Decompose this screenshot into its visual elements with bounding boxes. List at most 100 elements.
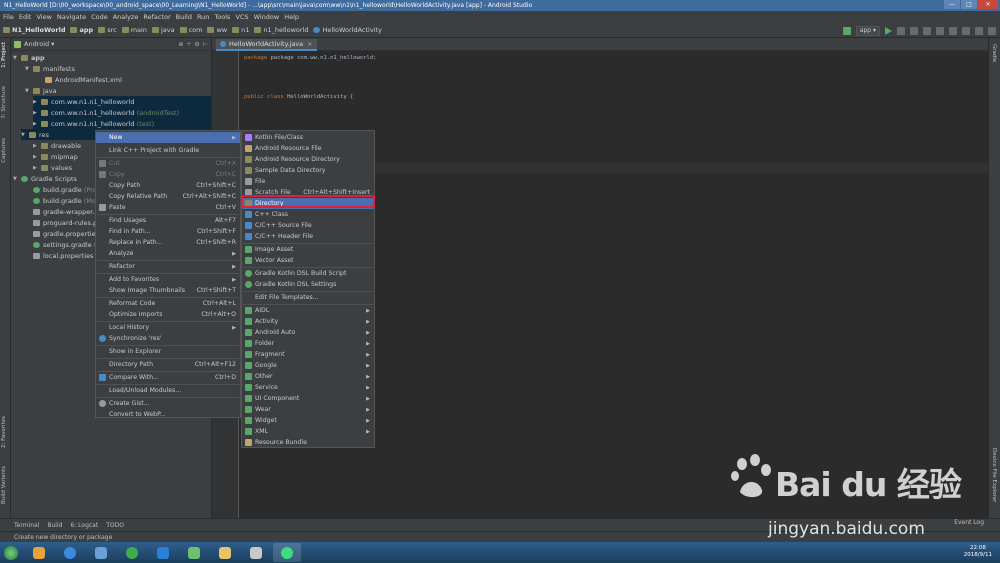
tree-item[interactable]: ▼ Gradle Scripts — [13, 173, 77, 184]
submenu-item-folder[interactable]: Folder ▶ — [242, 338, 374, 349]
menu-item-create-gist[interactable]: Create Gist... — [96, 398, 240, 409]
hammer-icon[interactable] — [842, 26, 851, 35]
menu-analyze[interactable]: Analyze — [113, 13, 139, 21]
tree-item[interactable]: proguard-rules.p — [33, 217, 97, 228]
submenu-item-vector-asset[interactable]: Vector Asset — [242, 255, 374, 266]
taskbar-app[interactable] — [149, 543, 177, 562]
tab-todo[interactable]: TODO — [106, 522, 124, 529]
submenu-item-aidl[interactable]: AIDL ▶ — [242, 305, 374, 316]
taskbar-app[interactable] — [242, 543, 270, 562]
taskbar-app[interactable] — [87, 543, 115, 562]
submenu-item-wear[interactable]: Wear ▶ — [242, 404, 374, 415]
taskbar-app[interactable] — [180, 543, 208, 562]
submenu-item-file[interactable]: File — [242, 176, 374, 187]
submenu-item-xml[interactable]: XML ▶ — [242, 426, 374, 437]
menu-build[interactable]: Build — [176, 13, 192, 21]
crumb-project[interactable]: N1_HelloWorld — [3, 26, 65, 34]
tree-item[interactable]: gradle.properties — [33, 228, 99, 239]
tab-logcat[interactable]: 6: Logcat — [70, 522, 98, 529]
menu-code[interactable]: Code — [91, 13, 108, 21]
taskbar-app-android-studio[interactable] — [273, 543, 301, 562]
search-icon[interactable] — [988, 26, 996, 35]
submenu-item-activity[interactable]: Activity ▶ — [242, 316, 374, 327]
tree-item[interactable]: ▼ app — [13, 52, 45, 63]
crumb-com[interactable]: com — [179, 26, 202, 34]
submenu-item-android-resource-directory[interactable]: Android Resource Directory — [242, 154, 374, 165]
profile-icon[interactable] — [910, 26, 918, 35]
submenu-item-image-asset[interactable]: Image Asset — [242, 244, 374, 255]
menu-item-find-in-path[interactable]: Find in Path... Ctrl+Shift+F — [96, 226, 240, 237]
tree-item[interactable]: ▶ com.ww.n1.n1_helloworld — [33, 96, 211, 107]
menu-help[interactable]: Help — [284, 13, 299, 21]
run-config-select[interactable]: app ▾ — [855, 25, 880, 36]
tree-item[interactable]: ▶ com.ww.n1.n1_helloworld (androidTest) — [33, 107, 211, 118]
submenu-item-cpp-class[interactable]: C++ Class — [242, 209, 374, 220]
menu-item-cut[interactable]: Cut Ctrl+X — [96, 158, 240, 169]
globe-icon[interactable]: ⊕ — [178, 41, 183, 48]
menu-vcs[interactable]: VCS — [235, 13, 248, 21]
close-tab-icon[interactable]: × — [307, 40, 312, 48]
menu-item-directory-path[interactable]: Directory Path Ctrl+Alt+F12 — [96, 359, 240, 370]
tree-item[interactable]: local.properties ( — [33, 250, 98, 261]
tree-item[interactable]: ▼ manifests — [25, 63, 75, 74]
tab-helloworldactivity[interactable]: HelloWorldActivity.java × — [216, 39, 317, 51]
submenu-item-c-source-file[interactable]: C/C++ Source File — [242, 220, 374, 231]
debug-icon[interactable] — [897, 26, 905, 35]
menu-item-local-history[interactable]: Local History ▶ — [96, 322, 240, 333]
menu-edit[interactable]: Edit — [19, 13, 32, 21]
menu-item-copy-path[interactable]: Copy Path Ctrl+Shift+C — [96, 180, 240, 191]
tree-item[interactable]: ▶ drawable — [33, 140, 81, 151]
menu-item-copy-relative-path[interactable]: Copy Relative Path Ctrl+Alt+Shift+C — [96, 191, 240, 202]
submenu-item-ui-component[interactable]: UI Component ▶ — [242, 393, 374, 404]
tool-device-file-explorer[interactable]: Device File Explorer — [991, 448, 997, 502]
taskbar-app[interactable] — [118, 543, 146, 562]
menu-item-add-to-favorites[interactable]: Add to Favorites ▶ — [96, 274, 240, 285]
stop-icon[interactable] — [936, 26, 944, 35]
sync-icon[interactable] — [949, 26, 957, 35]
menu-item-analyze[interactable]: Analyze ▶ — [96, 248, 240, 259]
submenu-item-edit-file-templates[interactable]: Edit File Templates... — [242, 292, 374, 303]
submenu-item-resource-bundle[interactable]: Resource Bundle — [242, 437, 374, 448]
tree-item[interactable]: ▶ com.ww.n1.n1_helloworld (test) — [33, 118, 211, 129]
taskbar-app[interactable] — [56, 543, 84, 562]
menu-item-find-usages[interactable]: Find Usages Alt+F7 — [96, 215, 240, 226]
tree-item[interactable]: gradle-wrapper.p — [33, 206, 99, 217]
tool-project[interactable]: 1: Project — [1, 42, 7, 68]
close-button[interactable]: ✕ — [978, 0, 998, 9]
hide-icon[interactable]: ⊢ — [203, 41, 208, 48]
menu-navigate[interactable]: Navigate — [57, 13, 86, 21]
tab-build[interactable]: Build — [47, 522, 62, 529]
tree-item[interactable]: ▶ mipmap — [33, 151, 78, 162]
menu-item-load-unload-modules[interactable]: Load/Unload Modules... — [96, 385, 240, 396]
crumb-app[interactable]: app — [70, 26, 93, 34]
tree-item[interactable]: ▶ values — [33, 162, 72, 173]
submenu-item-google[interactable]: Google ▶ — [242, 360, 374, 371]
tree-item[interactable]: build.gradle (Proj — [33, 184, 99, 195]
crumb-src[interactable]: src — [98, 26, 117, 34]
tab-terminal[interactable]: Terminal — [14, 522, 39, 529]
submenu-item-android-auto[interactable]: Android Auto ▶ — [242, 327, 374, 338]
menu-item-replace-in-path[interactable]: Replace in Path... Ctrl+Shift+R — [96, 237, 240, 248]
menu-view[interactable]: View — [36, 13, 51, 21]
taskbar-app[interactable] — [25, 543, 53, 562]
menu-item-show-thumbnails[interactable]: Show Image Thumbnails Ctrl+Shift+T — [96, 285, 240, 296]
submenu-item-widget[interactable]: Widget ▶ — [242, 415, 374, 426]
menu-item-refactor[interactable]: Refactor ▶ — [96, 261, 240, 272]
submenu-item-other[interactable]: Other ▶ — [242, 371, 374, 382]
tool-captures[interactable]: Captures — [1, 138, 7, 163]
crumb-class[interactable]: HelloWorldActivity — [313, 26, 382, 34]
gear-icon[interactable]: ⚙ — [194, 41, 199, 48]
crumb-ww[interactable]: ww — [207, 26, 227, 34]
menu-file[interactable]: File — [3, 13, 14, 21]
tool-gradle[interactable]: Gradle — [991, 44, 997, 62]
crumb-main[interactable]: main — [121, 26, 147, 34]
taskbar-clock[interactable]: 22:08 2018/9/11 — [964, 545, 992, 559]
menu-item-copy[interactable]: Copy Ctrl+C — [96, 169, 240, 180]
menu-item-reformat-code[interactable]: Reformat Code Ctrl+Alt+L — [96, 298, 240, 309]
submenu-item-android-resource-file[interactable]: Android Resource File — [242, 143, 374, 154]
tool-favorites[interactable]: 2: Favorites — [1, 416, 7, 448]
menu-window[interactable]: Window — [254, 13, 280, 21]
avd-manager-icon[interactable] — [962, 26, 970, 35]
menu-tools[interactable]: Tools — [214, 13, 230, 21]
crumb-java[interactable]: java — [151, 26, 175, 34]
